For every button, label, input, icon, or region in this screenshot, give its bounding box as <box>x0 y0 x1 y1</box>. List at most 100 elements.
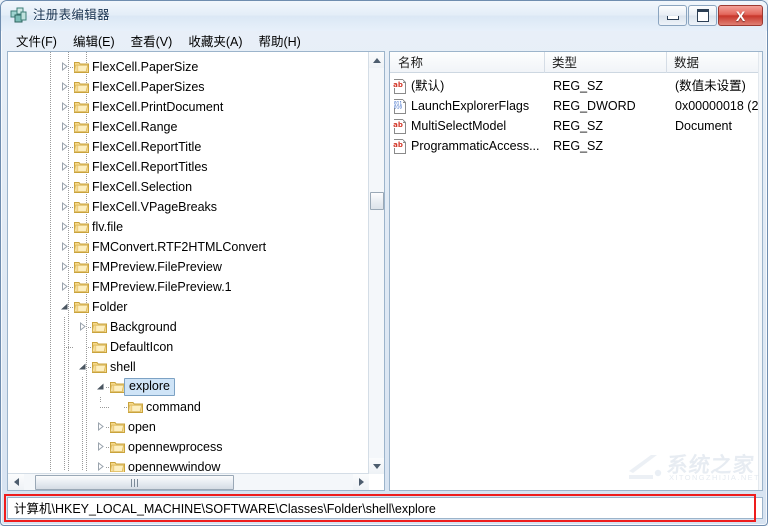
folder-icon <box>74 80 89 93</box>
column-separator-1[interactable] <box>544 52 545 73</box>
values-vertical-scrollbar[interactable] <box>758 52 762 490</box>
status-bar: 计算机\HKEY_LOCAL_MACHINE\SOFTWARE\Classes\… <box>7 497 763 519</box>
scroll-right-button[interactable] <box>353 474 369 490</box>
menu-item-4[interactable]: 帮助(H) <box>255 30 309 52</box>
menu-item-3[interactable]: 收藏夹(A) <box>185 30 251 52</box>
tree-node-label: DefaultIcon <box>110 340 174 354</box>
string-value-icon: ab <box>393 139 407 154</box>
folder-icon <box>110 420 125 433</box>
horizontal-scrollbar-thumb[interactable] <box>35 475 234 490</box>
folder-icon <box>74 160 89 173</box>
tree-node-label: FlexCell.PrintDocument <box>92 100 224 114</box>
expander-expand-icon[interactable] <box>78 322 87 331</box>
registry-values-pane[interactable]: 名称 类型 数据 ab (默认) REG_SZ (数值未设置) 011 010 LaunchEx… <box>389 51 763 491</box>
registry-tree-pane[interactable]: FlexCell.PaperSize FlexCell.PaperSizes Fle… <box>7 51 385 491</box>
tree-node-label: FlexCell.Range <box>92 120 178 134</box>
tree-node-label: Folder <box>92 300 128 314</box>
value-data: 0x00000018 (2 <box>675 99 759 113</box>
tree-guide-shell <box>82 377 83 471</box>
window-controls: X <box>657 5 763 26</box>
expander-expand-icon[interactable] <box>60 282 69 291</box>
menu-item-1[interactable]: 编辑(E) <box>70 30 124 52</box>
column-separator-2[interactable] <box>666 52 667 73</box>
expander-expand-icon[interactable] <box>60 242 69 251</box>
menu-item-0[interactable]: 文件(F) <box>13 30 66 52</box>
client-area: FlexCell.PaperSize FlexCell.PaperSizes Fle… <box>7 51 763 491</box>
minimize-button[interactable] <box>658 5 687 26</box>
maximize-icon <box>689 6 716 25</box>
values-header-row: 名称 类型 数据 <box>390 52 762 73</box>
close-button[interactable]: X <box>718 5 763 26</box>
value-row[interactable]: ab (默认) REG_SZ (数值未设置) <box>390 76 762 96</box>
value-name: MultiSelectModel <box>411 119 507 133</box>
triangle-down-icon <box>372 463 381 469</box>
scrollbar-grip-icon <box>131 478 138 487</box>
value-type: REG_DWORD <box>553 99 636 113</box>
minimize-icon <box>659 6 686 25</box>
folder-icon <box>110 380 125 393</box>
expander-expand-icon[interactable] <box>60 262 69 271</box>
scroll-down-button[interactable] <box>369 458 384 474</box>
close-icon: X <box>735 7 746 24</box>
expander-expand-icon[interactable] <box>96 442 105 451</box>
tree-node-label: FlexCell.PaperSize <box>92 60 199 74</box>
value-row[interactable]: ab MultiSelectModel REG_SZ Document <box>390 116 762 136</box>
expander-expand-icon[interactable] <box>60 62 69 71</box>
expander-expand-icon[interactable] <box>60 222 69 231</box>
column-header-1[interactable]: 类型 <box>552 55 577 71</box>
svg-text:010: 010 <box>394 104 402 110</box>
folder-icon <box>74 300 89 313</box>
maximize-button[interactable] <box>688 5 717 26</box>
folder-icon <box>74 260 89 273</box>
menu-item-2[interactable]: 查看(V) <box>128 30 182 52</box>
tree-node-label: shell <box>110 360 136 374</box>
expander-collapse-icon[interactable] <box>96 382 105 391</box>
tree-node-label: opennewwindow <box>128 460 221 472</box>
tree-node-label: FMPreview.FilePreview.1 <box>92 280 232 294</box>
tree-node-label: opennewprocess <box>128 440 223 454</box>
vertical-scrollbar-thumb[interactable] <box>370 192 384 210</box>
value-type: REG_SZ <box>553 139 604 153</box>
tree-node-label: FMPreview.FilePreview <box>92 260 222 274</box>
dword-value-icon: 011 010 <box>393 99 407 114</box>
column-header-2[interactable]: 数据 <box>674 55 699 71</box>
expander-expand-icon[interactable] <box>60 182 69 191</box>
tree-horizontal-scrollbar[interactable] <box>8 473 369 490</box>
expander-expand-icon[interactable] <box>60 142 69 151</box>
value-type: REG_SZ <box>553 119 604 133</box>
folder-icon <box>92 320 107 333</box>
folder-icon <box>74 100 89 113</box>
tree-node-label: FlexCell.PaperSizes <box>92 80 205 94</box>
triangle-right-icon <box>358 478 364 486</box>
folder-icon <box>74 60 89 73</box>
expander-collapse-icon[interactable] <box>60 302 69 311</box>
value-row[interactable]: 011 010 LaunchExplorerFlags REG_DWORD 0x0000… <box>390 96 762 116</box>
scroll-left-button[interactable] <box>8 474 24 490</box>
menu-bar: 文件(F) 编辑(E) 查看(V) 收藏夹(A) 帮助(H) <box>1 30 767 52</box>
value-row[interactable]: ab ProgrammaticAccess... REG_SZ <box>390 136 762 156</box>
folder-icon <box>110 460 125 472</box>
expander-expand-icon[interactable] <box>60 202 69 211</box>
expander-expand-icon[interactable] <box>60 162 69 171</box>
folder-icon <box>74 120 89 133</box>
registry-tree[interactable]: FlexCell.PaperSize FlexCell.PaperSizes Fle… <box>8 52 368 472</box>
tree-node-label: FlexCell.ReportTitles <box>92 160 208 174</box>
expander-expand-icon[interactable] <box>96 422 105 431</box>
string-value-icon: ab <box>393 119 407 134</box>
title-bar: 注册表编辑器 X <box>1 1 767 31</box>
tree-node-label: FlexCell.ReportTitle <box>92 140 202 154</box>
expander-expand-icon[interactable] <box>96 462 105 471</box>
tree-guide-explore <box>100 397 101 403</box>
value-data: (数值未设置) <box>675 79 746 93</box>
expander-expand-icon[interactable] <box>60 122 69 131</box>
registry-editor-icon <box>10 7 27 24</box>
tree-vertical-scrollbar[interactable] <box>368 52 384 474</box>
folder-icon <box>74 140 89 153</box>
scroll-up-button[interactable] <box>369 52 384 68</box>
expander-collapse-icon[interactable] <box>78 362 87 371</box>
expander-expand-icon[interactable] <box>60 82 69 91</box>
column-header-0[interactable]: 名称 <box>398 55 423 71</box>
expander-expand-icon[interactable] <box>60 102 69 111</box>
tree-node-label: Background <box>110 320 177 334</box>
tree-guide-line-0 <box>50 52 51 472</box>
